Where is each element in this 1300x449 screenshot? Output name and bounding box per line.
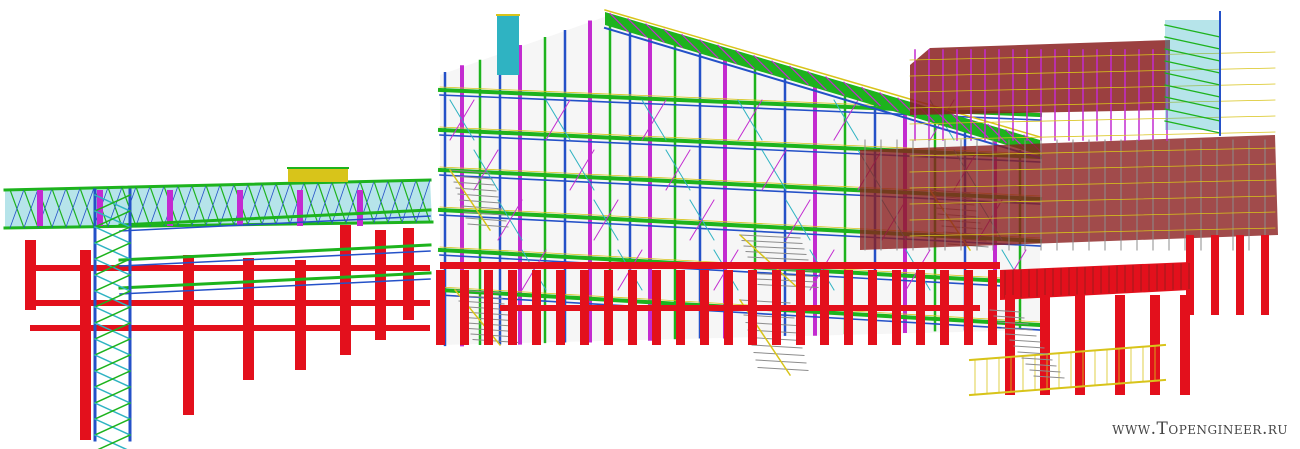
lower-platform-column bbox=[1115, 295, 1125, 395]
right-roof-upper bbox=[910, 40, 1170, 115]
pipe-rack-left bbox=[3, 167, 434, 449]
lower-platform-column bbox=[1040, 295, 1050, 395]
rack-vertical bbox=[167, 190, 173, 226]
rack-vertical bbox=[297, 190, 303, 226]
rack-red-column bbox=[295, 260, 306, 370]
rack-red-column bbox=[183, 255, 194, 415]
rack-red-beam bbox=[30, 265, 430, 271]
lower-platform-column bbox=[1180, 295, 1190, 395]
rack-red-beam bbox=[30, 300, 430, 306]
stair-tread bbox=[757, 366, 809, 372]
steel-structure-3d-model bbox=[3, 9, 1278, 449]
main-red-base-column bbox=[988, 270, 997, 345]
main-red-base-column bbox=[484, 270, 493, 345]
main-red-base-beam bbox=[500, 305, 980, 311]
rack-vertical bbox=[37, 190, 43, 226]
rack-red-column bbox=[25, 240, 36, 310]
right-red-column bbox=[1236, 235, 1244, 315]
watermark-text: www.Topengineer.ru bbox=[1112, 419, 1288, 439]
main-red-base-beam bbox=[440, 262, 1000, 269]
lower-platform-column bbox=[1005, 295, 1015, 395]
rack-top-cabin bbox=[288, 168, 348, 182]
right-red-column bbox=[1261, 235, 1269, 315]
lower-platform-column bbox=[1075, 295, 1085, 395]
stair-tread bbox=[753, 351, 805, 357]
stair-tower-top bbox=[497, 15, 519, 75]
rack-red-column bbox=[340, 225, 351, 355]
rack-red-beam bbox=[30, 325, 430, 331]
lower-stair-tread bbox=[1013, 345, 1045, 349]
rack-vertical bbox=[357, 190, 363, 226]
rack-red-column bbox=[243, 258, 254, 380]
rack-red-column bbox=[80, 250, 91, 440]
main-red-base-column bbox=[436, 270, 445, 345]
stair-tread bbox=[751, 344, 803, 349]
main-red-base-column bbox=[460, 270, 469, 345]
right-red-column bbox=[1211, 235, 1219, 315]
lower-right-platform bbox=[968, 262, 1190, 397]
